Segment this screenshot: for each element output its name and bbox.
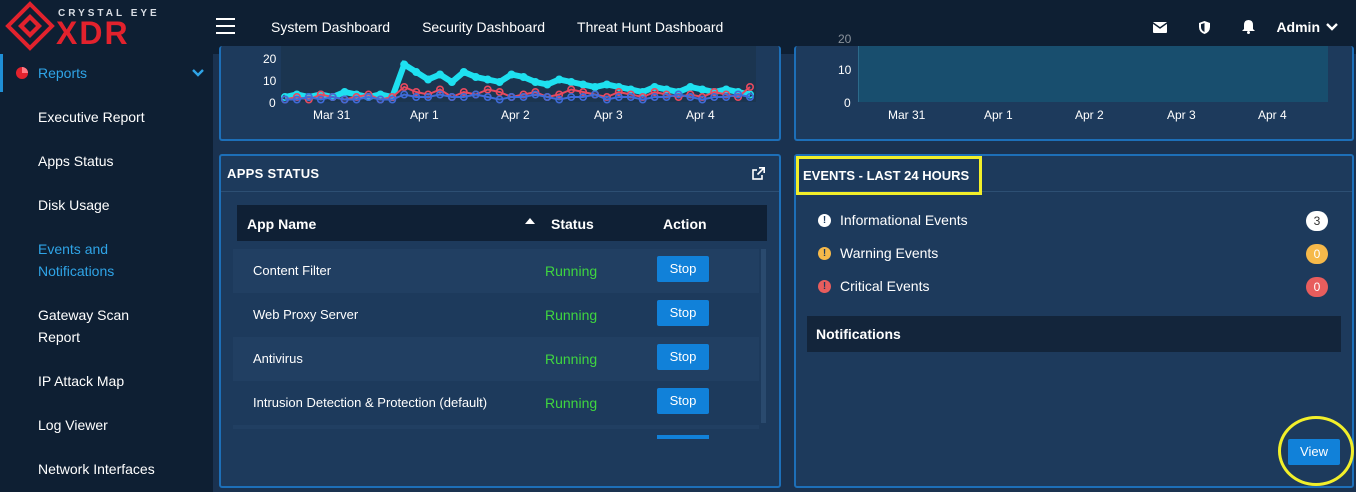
critical-icon: !: [818, 280, 831, 293]
app-name-cell: Intrusion Detection & Protection (defaul…: [253, 395, 488, 410]
chart-plot-area[interactable]: [858, 46, 1328, 102]
chevron-down-icon: [1326, 23, 1338, 31]
sidebar-item-disk-usage[interactable]: Disk Usage: [38, 194, 110, 216]
sidebar-section-label: Reports: [38, 65, 88, 81]
sidebar: Reports Executive Report Apps Status Dis…: [0, 54, 213, 492]
count-badge: 0: [1306, 277, 1328, 297]
sidebar-item-gateway-scan-report[interactable]: Gateway Scan Report: [38, 304, 129, 348]
count-badge: 3: [1306, 211, 1328, 231]
view-button[interactable]: View: [1288, 439, 1340, 465]
table-row: Content Filter Running Stop: [233, 249, 759, 293]
x-tick: Apr 3: [594, 108, 623, 122]
chart-panel-left: 20 10 0 Mar 31 Apr 1 Apr 2 Apr 3 Apr 4: [219, 46, 781, 141]
sidebar-item-apps-status[interactable]: Apps Status: [38, 150, 114, 172]
y-tick: 0: [844, 96, 851, 110]
sidebar-item-network-interfaces[interactable]: Network Interfaces: [38, 458, 155, 480]
sort-up-icon[interactable]: [525, 218, 535, 224]
y-tick: 20: [838, 32, 852, 46]
table-row: Antivirus Running Stop: [233, 337, 759, 381]
warning-icon: !: [818, 247, 831, 260]
event-label: Informational Events: [840, 212, 968, 228]
app-status-cell: Running: [545, 263, 598, 279]
column-app-name[interactable]: App Name: [247, 216, 316, 232]
stop-button[interactable]: Stop: [657, 344, 709, 370]
column-status[interactable]: Status: [551, 216, 594, 232]
chart-panel-right: 20 10 0 Mar 31 Apr 1 Apr 2 Apr 3 Apr 4: [794, 32, 1354, 141]
sidebar-item-label-line2: Report: [38, 329, 81, 345]
notifications-header: Notifications: [807, 316, 1341, 352]
sidebar-item-log-viewer[interactable]: Log Viewer: [38, 414, 108, 436]
y-tick: 10: [838, 63, 852, 77]
x-tick: Mar 31: [888, 108, 926, 122]
x-tick: Apr 2: [1075, 108, 1104, 122]
stop-button[interactable]: Stop: [657, 388, 709, 414]
x-tick: Apr 1: [984, 108, 1013, 122]
events-panel: EVENTS - LAST 24 HOURS ! Informational E…: [794, 154, 1354, 488]
event-row-warning[interactable]: ! Warning Events 0: [818, 244, 1328, 264]
event-row-informational[interactable]: ! Informational Events 3: [818, 211, 1328, 231]
table-row: Web Proxy Server Running Stop: [233, 293, 759, 337]
events-scatter-chart[interactable]: [281, 46, 756, 106]
y-tick: 20: [263, 52, 277, 66]
event-label: Warning Events: [840, 245, 939, 261]
sidebar-item-events-notifications[interactable]: Events and Notifications: [38, 238, 114, 282]
app-status-cell: Running: [545, 395, 598, 411]
hamburger-menu-icon[interactable]: [216, 18, 235, 34]
x-tick: Apr 4: [1258, 108, 1287, 122]
sidebar-item-executive-report[interactable]: Executive Report: [38, 106, 145, 128]
table-header: App Name Status Action: [237, 205, 767, 241]
events-title-highlight: EVENTS - LAST 24 HOURS: [796, 156, 982, 195]
sidebar-item-ip-attack-map[interactable]: IP Attack Map: [38, 370, 124, 392]
apps-status-panel: APPS STATUS App Name Status Action Conte…: [219, 154, 781, 488]
sidebar-section-reports[interactable]: Reports: [0, 54, 213, 92]
chevron-down-icon: [192, 69, 204, 77]
app-name-cell: Web Proxy Server: [253, 307, 359, 322]
x-tick: Apr 3: [1167, 108, 1196, 122]
partial-stop-button[interactable]: [657, 435, 709, 439]
count-badge: 0: [1306, 244, 1328, 264]
sidebar-item-label-line2: Notifications: [38, 263, 115, 279]
x-tick: Mar 31: [313, 108, 351, 122]
panel-title: EVENTS - LAST 24 HOURS: [803, 168, 970, 183]
panel-header: APPS STATUS: [221, 156, 779, 192]
brand-logo[interactable]: CRYSTAL EYE XDR: [0, 0, 212, 54]
panel-title: APPS STATUS: [227, 166, 320, 181]
app-status-cell: Running: [545, 351, 598, 367]
crystal-eye-logo-icon: [5, 1, 55, 51]
brand-title: XDR: [56, 15, 130, 51]
y-tick: 0: [269, 96, 276, 110]
table-row: Intrusion Detection & Protection (defaul…: [233, 381, 759, 425]
admin-user-menu[interactable]: Admin: [1270, 19, 1356, 35]
app-name-cell: Antivirus: [253, 351, 303, 366]
table-scrollbar[interactable]: [761, 249, 766, 423]
app-status-cell: Running: [545, 307, 598, 323]
external-link-icon[interactable]: [752, 167, 765, 180]
y-tick: 10: [263, 74, 277, 88]
reports-icon: [16, 67, 28, 79]
table-row-partial: [233, 425, 759, 429]
sidebar-item-label: Gateway Scan: [38, 307, 130, 323]
column-action[interactable]: Action: [663, 216, 707, 232]
sidebar-item-label: Events and: [38, 241, 109, 257]
stop-button[interactable]: Stop: [657, 256, 709, 282]
event-label: Critical Events: [840, 278, 930, 294]
info-icon: !: [818, 214, 831, 227]
event-row-critical[interactable]: ! Critical Events 0: [818, 277, 1328, 297]
x-tick: Apr 1: [410, 108, 439, 122]
app-name-cell: Content Filter: [253, 263, 332, 278]
admin-username: Admin: [1276, 19, 1320, 35]
x-tick: Apr 4: [686, 108, 715, 122]
x-tick: Apr 2: [501, 108, 530, 122]
notifications-title: Notifications: [816, 326, 901, 342]
stop-button[interactable]: Stop: [657, 300, 709, 326]
